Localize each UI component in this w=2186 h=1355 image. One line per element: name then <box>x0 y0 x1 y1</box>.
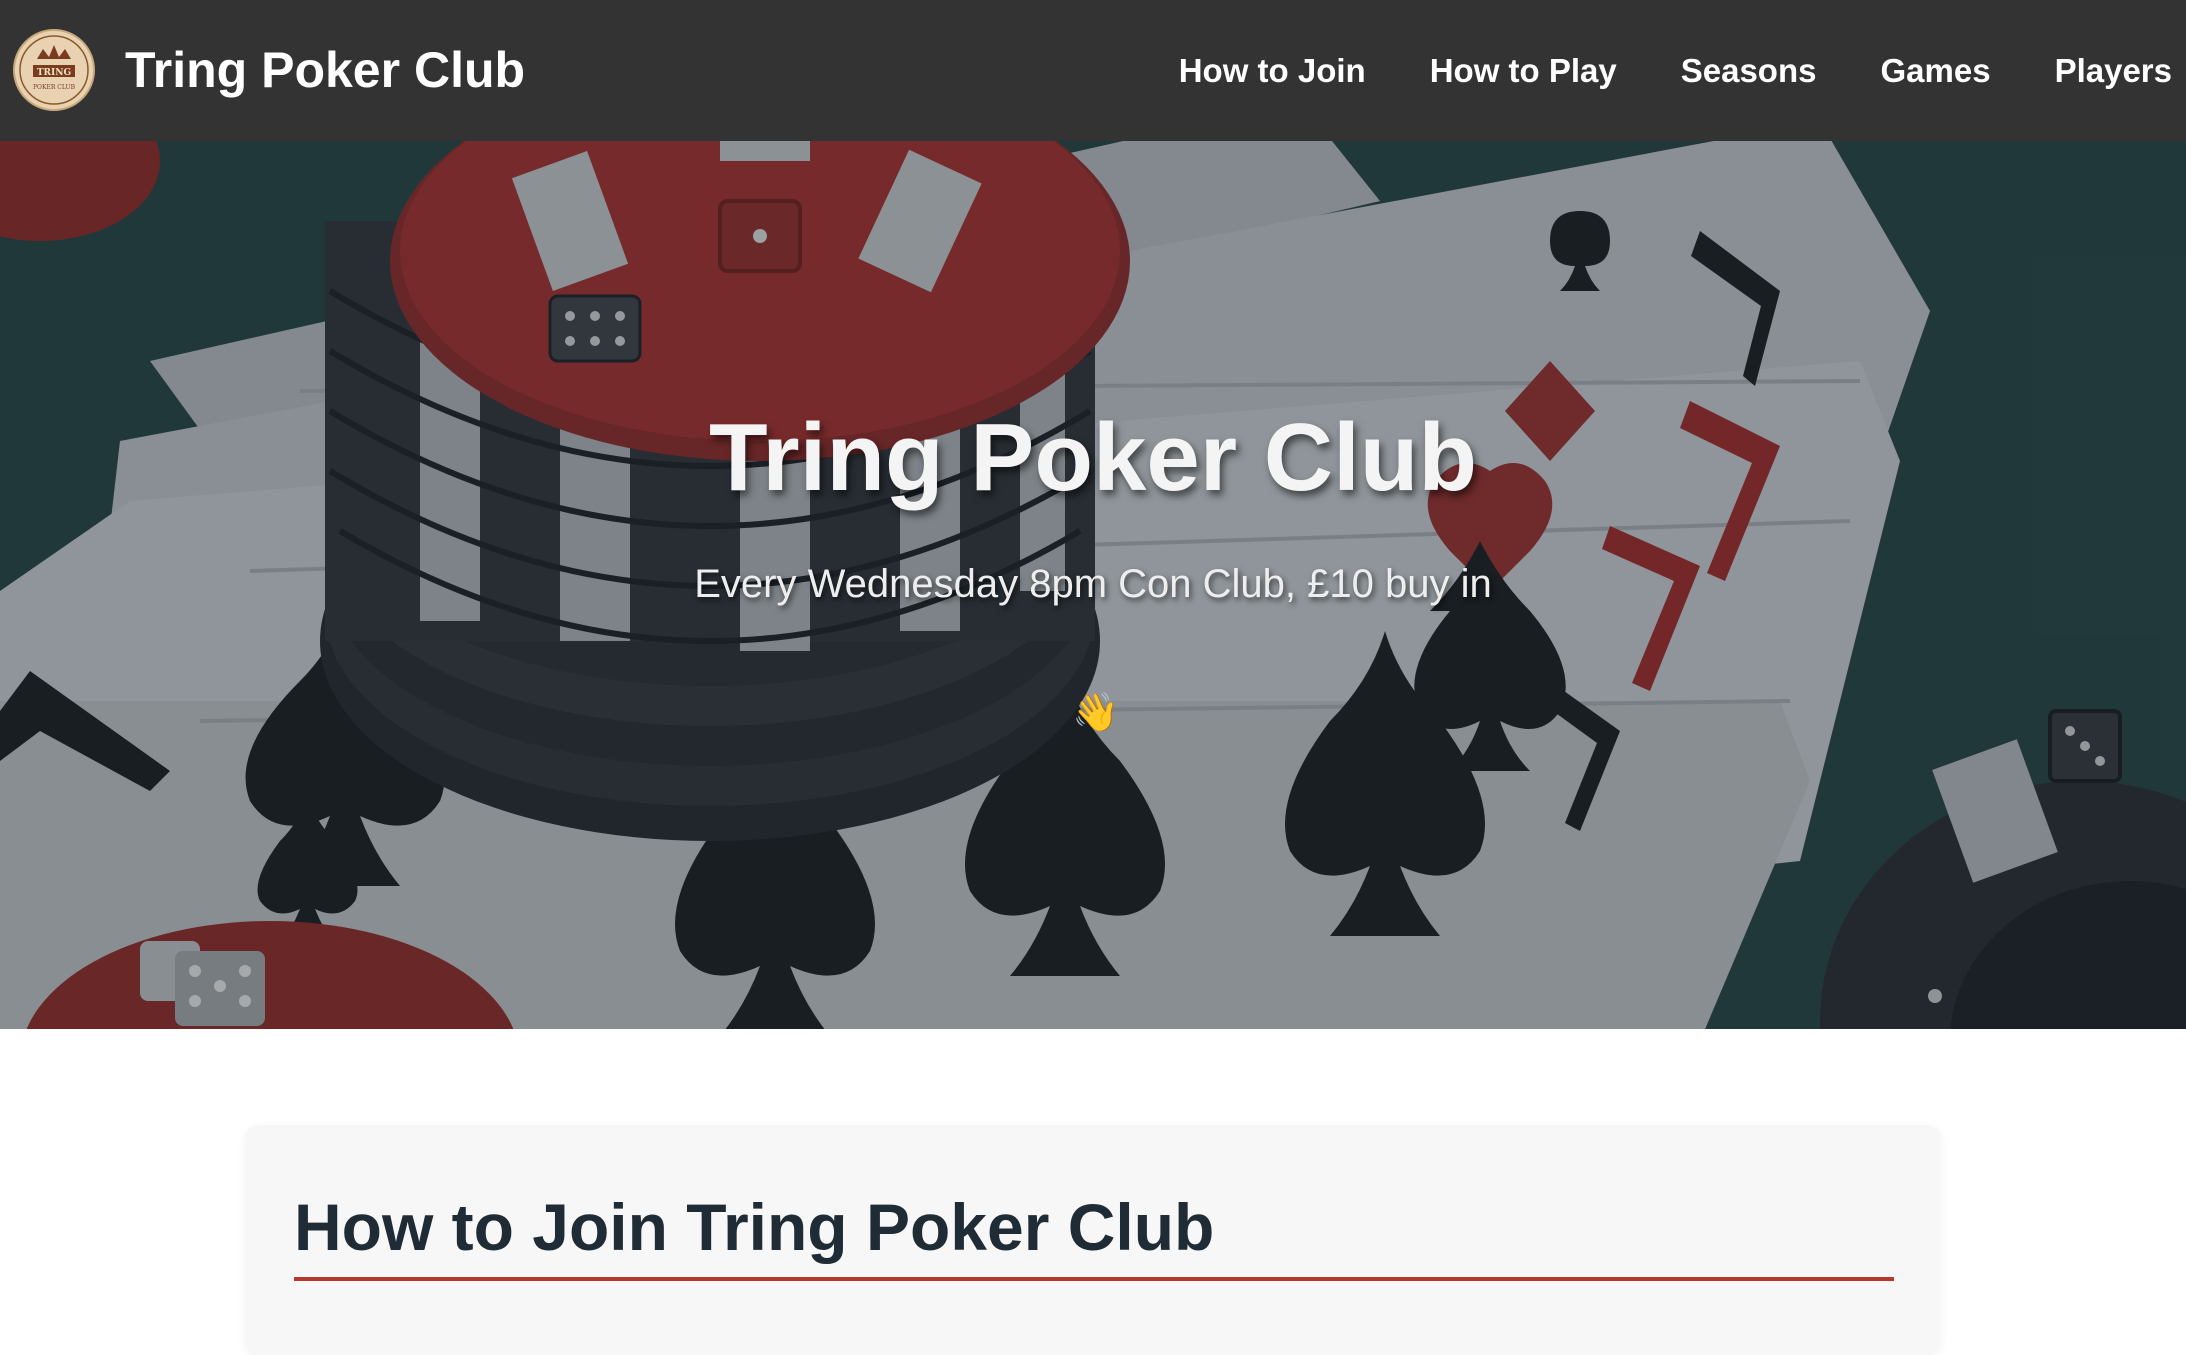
brand-title[interactable]: Tring Poker Club <box>125 0 525 141</box>
section-heading: How to Join Tring Poker Club <box>294 1190 1215 1264</box>
how-to-join-section: How to Join Tring Poker Club <box>245 1125 1941 1355</box>
nav-seasons[interactable]: Seasons <box>1681 52 1817 90</box>
hero-title: Tring Poker Club <box>708 404 1478 511</box>
logo-text-bottom: POKER CLUB <box>33 84 76 91</box>
nav-how-to-play[interactable]: How to Play <box>1430 52 1617 90</box>
nav-games[interactable]: Games <box>1880 52 1990 90</box>
nav-players[interactable]: Players <box>2055 52 2172 90</box>
hero-subtitle: Every Wednesday 8pm Con Club, £10 buy in <box>694 562 1492 606</box>
waving-hand-icon: 👋 <box>1072 692 1120 734</box>
hero-banner: Tring Poker Club Every Wednesday 8pm Con… <box>0 141 2186 1029</box>
heading-underline <box>294 1277 1894 1281</box>
nav-how-to-join[interactable]: How to Join <box>1179 52 1366 90</box>
main-nav: How to Join How to Play Seasons Games Pl… <box>1115 0 2172 141</box>
navbar: TRING POKER CLUB Tring Poker Club How to… <box>0 0 2186 141</box>
club-logo: TRING POKER CLUB <box>13 29 95 111</box>
logo-text-top: TRING <box>37 68 71 78</box>
